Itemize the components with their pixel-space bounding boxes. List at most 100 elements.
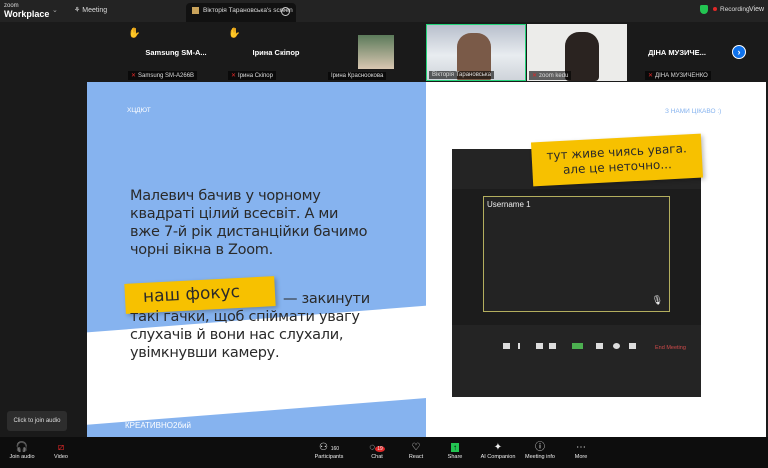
record-dot-icon: [713, 7, 717, 11]
button-label: Participants: [314, 454, 344, 460]
toolbar-icon: [545, 343, 559, 351]
toolbar-icon: [532, 343, 546, 351]
share-icon: ↑: [451, 443, 459, 452]
participant-label: ✕ Samsung SM-A266B: [128, 71, 198, 80]
react-button[interactable]: ♡ React: [396, 441, 436, 460]
ai-companion-button[interactable]: ✦ AI Companion: [478, 441, 518, 460]
participant-tile[interactable]: ✋ Ірина Скіпор ✕ Ірина Скіпор: [226, 24, 326, 81]
participant-label: Вікторія Тарановська: [429, 71, 495, 79]
participant-label: ✕ ДІНА МУЗИЧЕНКО: [645, 71, 711, 80]
participants-count: 160: [330, 446, 340, 452]
zoom-logo: zoom Workplace: [4, 2, 50, 19]
chevron-down-icon[interactable]: ⌄: [52, 6, 58, 14]
heart-icon: ♡: [411, 442, 421, 453]
label-text: Ірина Скіпор: [238, 73, 273, 79]
meeting-info-button[interactable]: ⓘ Meeting info: [520, 441, 560, 460]
participant-video: [358, 35, 394, 69]
headphones-icon: 🎧: [15, 442, 29, 453]
shared-screen: ХЦДЮТ З НАМИ ЦІКАВО :) Малевич бачив у ч…: [87, 82, 766, 437]
zoom-window-mockup: Username 1 🎙 End Meeting: [452, 149, 701, 397]
participant-tile[interactable]: ✕ zoom kedu: [527, 24, 627, 81]
tab-label: Вікторія Тарановська's screen: [203, 7, 293, 15]
participant-tile[interactable]: ДІНА МУЗИЧЕ... ✕ ДІНА МУЗИЧЕНКО: [627, 24, 727, 81]
participant-tile[interactable]: ✋ Samsung SM-A... ✕ Samsung SM-A266B: [126, 24, 226, 81]
text-line: увімкнувши камеру.: [130, 345, 280, 361]
label-text: Вікторія Тарановська: [432, 72, 492, 78]
muted-icon: ✕: [532, 73, 538, 79]
participant-tile-active[interactable]: Вікторія Тарановська: [426, 24, 526, 81]
text-line: квадраті цілий всесвіт. А ми: [130, 206, 339, 222]
slide-left-panel: [87, 82, 454, 437]
view-button[interactable]: View: [749, 6, 764, 13]
participant-name: Ірина Скіпор: [252, 48, 300, 57]
video-off-icon: ⧄: [57, 442, 65, 453]
sparkle-icon: ✦: [493, 442, 503, 453]
label-text: ДІНА МУЗИЧЕНКО: [655, 73, 708, 79]
participant-name: ДІНА МУЗИЧЕ...: [648, 48, 706, 57]
more-icon[interactable]: ⋯: [281, 7, 290, 16]
join-audio-button[interactable]: 🎧 Join audio: [2, 441, 42, 460]
recording-label: Recording: [720, 6, 750, 13]
meeting-toolbar: 🎧 Join audio ⧄ Video ⚇ 160 Participants ◌ 19…: [0, 437, 768, 468]
more-button[interactable]: ⋯ More: [561, 441, 601, 460]
muted-icon: ✕: [131, 73, 137, 79]
slide-main-text: Малевич бачив у чорному квадраті цілий вс…: [130, 187, 368, 259]
logo-text: Workplace: [4, 9, 50, 19]
button-label: Meeting info: [525, 454, 555, 460]
title-bar: zoom Workplace ⌄ ⚘ Meeting Вікторія Таран…: [0, 0, 768, 22]
label-text: zoom kedu: [539, 73, 569, 79]
chat-icon: ◌ 19: [369, 442, 385, 453]
end-meeting-label: End Meeting: [655, 345, 686, 351]
button-label: AI Companion: [480, 454, 516, 460]
participant-name: Samsung SM-A...: [145, 48, 207, 57]
participants-icon: ⚇ 160: [318, 442, 340, 453]
toolbar-icon: [625, 343, 639, 351]
video-button[interactable]: ⧄ Video: [41, 441, 81, 460]
label-text: Samsung SM-A266B: [138, 73, 195, 79]
muted-icon: ✕: [648, 73, 654, 79]
share-button[interactable]: ↑ Share: [435, 441, 475, 460]
text-line: вже 7-й рік дистанційки бачимо: [130, 224, 368, 240]
raised-hand-icon: ✋: [128, 28, 141, 39]
callout-tag: тут живе чиясь увага. але це неточно...: [530, 133, 704, 187]
shield-icon[interactable]: [700, 5, 708, 14]
participants-button[interactable]: ⚇ 160 Participants: [309, 441, 349, 460]
participant-tile[interactable]: Ірина Красноокова: [326, 24, 426, 81]
button-label: React: [408, 454, 424, 460]
participant-label: Ірина Красноокова: [328, 72, 387, 80]
participant-label: ✕ Ірина Скіпор: [228, 71, 276, 80]
button-label: Join audio: [9, 454, 35, 460]
more-icon: ⋯: [576, 442, 586, 453]
muted-icon: ✕: [231, 73, 237, 79]
button-label: Share: [447, 454, 463, 460]
screen-share-tab[interactable]: Вікторія Тарановська's screen ⋯: [186, 3, 296, 22]
recording-indicator[interactable]: Recording: [713, 6, 750, 13]
slide-focus-text: — закинути такі гачки, щоб спіймати увагу…: [130, 290, 370, 362]
button-label: Video: [54, 454, 68, 460]
join-audio-tooltip: Click to join audio: [7, 411, 67, 431]
mic-icon: 🎙: [651, 295, 663, 305]
text-line: Малевич бачив у чорному: [130, 188, 321, 204]
slide-footer: КРЕАТИВНО2бий: [125, 421, 191, 430]
username-label: Username 1: [487, 200, 531, 209]
chat-badge: 19: [375, 446, 385, 452]
username-tile: Username 1 🎙: [483, 196, 670, 312]
toolbar-icon: [592, 343, 606, 351]
toolbar-icon: [512, 343, 526, 351]
label-text: Ірина Красноокова: [331, 73, 384, 79]
text-line: — закинути: [283, 291, 370, 307]
next-page-button[interactable]: ›: [732, 45, 746, 59]
button-label: More: [574, 454, 588, 460]
text-line: слухачів й вони нас слухали,: [130, 327, 344, 343]
toolbar-icon: [499, 343, 513, 351]
meeting-tab[interactable]: ⚘ Meeting: [74, 6, 107, 14]
raised-hand-icon: ✋: [228, 28, 241, 39]
slide-tagline: З НАМИ ЦІКАВО :): [665, 108, 722, 115]
text-line: такі гачки, щоб спіймати увагу: [130, 309, 360, 325]
button-label: Chat: [371, 454, 383, 460]
info-icon: ⓘ: [535, 442, 545, 453]
share-thumb-icon: [192, 7, 199, 14]
chat-button[interactable]: ◌ 19 Chat: [357, 441, 397, 460]
text-line: чорні вікна в Zoom.: [130, 242, 273, 258]
participant-label: ✕ zoom kedu: [529, 71, 572, 80]
